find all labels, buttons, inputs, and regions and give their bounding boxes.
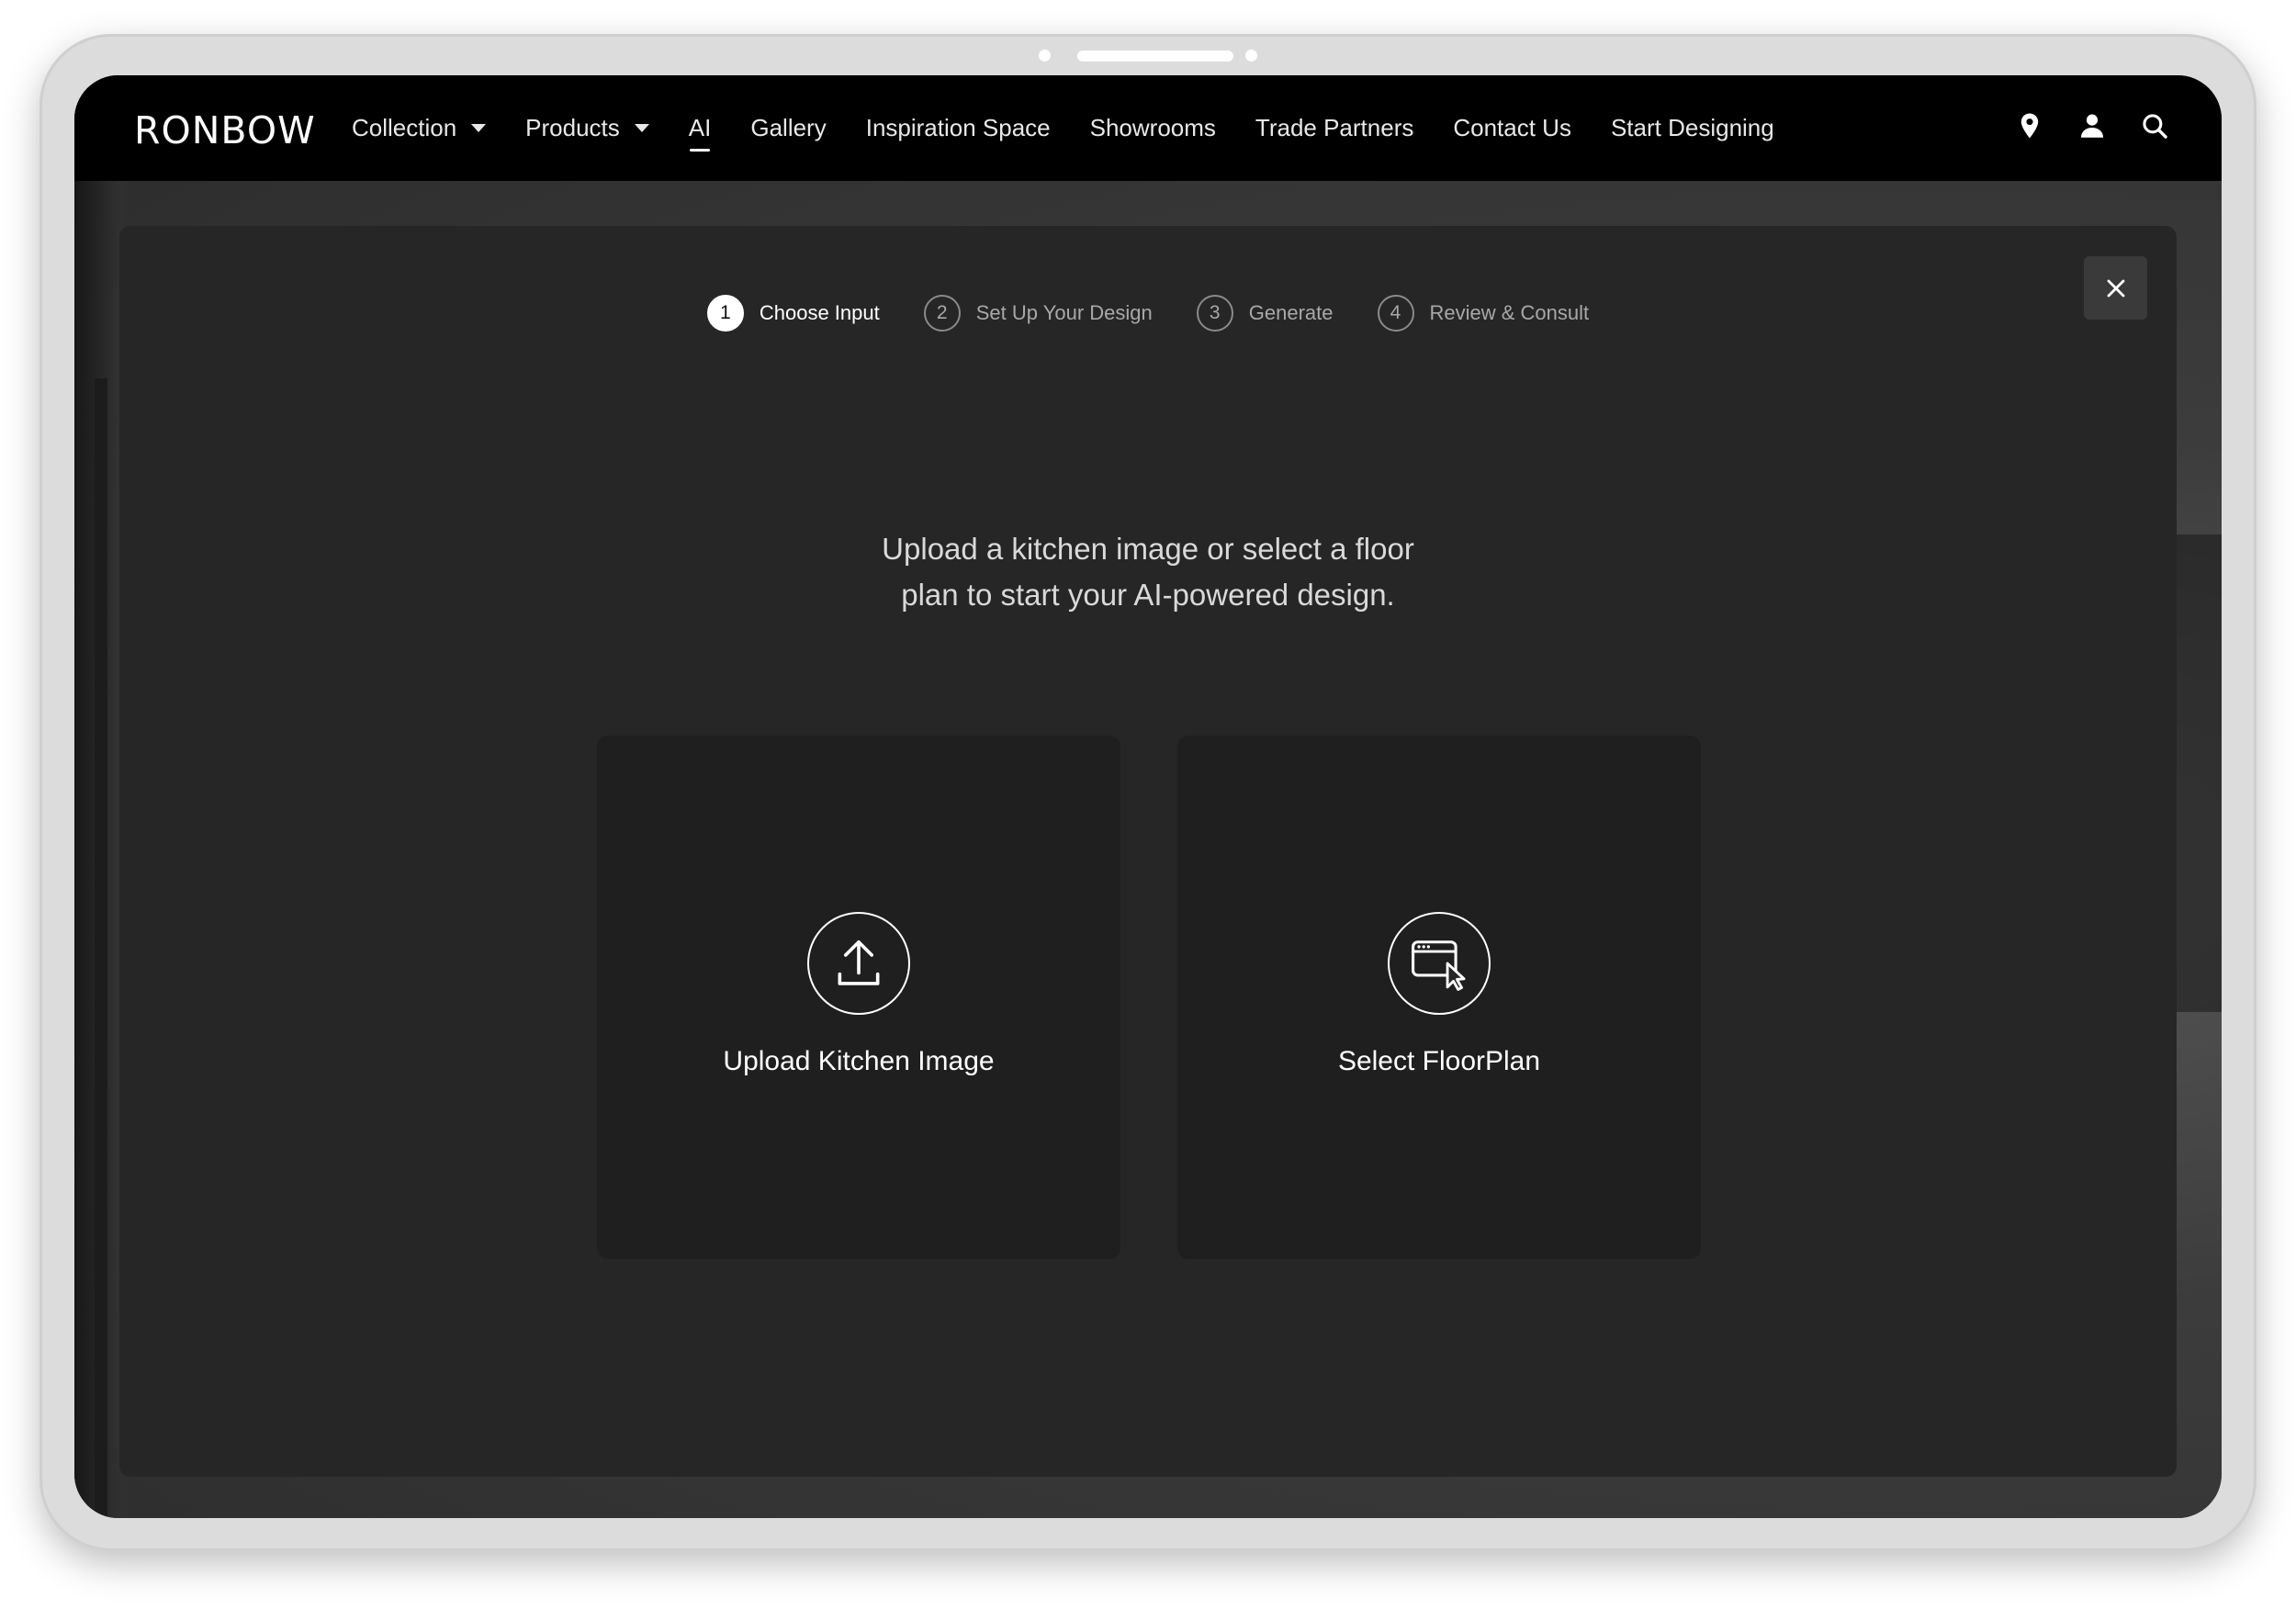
screen: RONBOW Collection Products AI Gallery In [74,75,2222,1518]
ai-design-modal: 1 Choose Input 2 Set Up Your Design 3 Ge… [119,226,2177,1477]
top-navigation: RONBOW Collection Products AI Gallery In [74,75,2222,181]
step-number: 4 [1377,295,1414,332]
step-generate[interactable]: 3 Generate [1196,295,1334,332]
select-floorplan-card[interactable]: Select FloorPlan [1177,736,1701,1259]
option-label: Upload Kitchen Image [723,1046,995,1076]
upload-icon [807,912,910,1015]
browser-cursor-icon [1388,912,1491,1015]
step-number: 1 [706,295,744,332]
camera-bar [1077,51,1233,62]
option-label: Select FloorPlan [1337,1046,1541,1076]
step-review-consult[interactable]: 4 Review & Consult [1377,295,1590,332]
step-set-up-design[interactable]: 2 Set Up Your Design [923,295,1153,332]
ronbow-logo[interactable]: RONBOW [134,108,316,152]
nav-menu: Collection Products AI Gallery Inspirati… [352,75,1814,181]
chevron-down-icon [471,124,487,132]
step-choose-input[interactable]: 1 Choose Input [706,295,880,332]
nav-item-showrooms[interactable]: Showrooms [1090,114,1216,142]
step-number: 2 [923,295,961,332]
location-pin-icon[interactable] [2014,110,2045,141]
step-label: Review & Consult [1429,301,1590,324]
nav-item-ai[interactable]: AI [689,114,711,152]
nav-item-contact-us[interactable]: Contact Us [1453,114,1571,142]
step-label: Generate [1248,301,1334,324]
nav-icon-group [2014,110,2170,141]
sensor-dot [1245,50,1257,62]
search-icon[interactable] [2139,110,2170,141]
nav-item-start-designing[interactable]: Start Designing [1611,114,1774,142]
step-label: Set Up Your Design [975,301,1153,324]
nav-item-inspiration-space[interactable]: Inspiration Space [866,114,1051,142]
stepper: 1 Choose Input 2 Set Up Your Design 3 Ge… [119,295,2177,332]
nav-item-products[interactable]: Products [525,114,649,142]
tablet-frame: RONBOW Collection Products AI Gallery In [39,34,2257,1551]
nav-item-collection[interactable]: Collection [352,114,487,142]
intro-text: Upload a kitchen image or select a floor… [882,532,1414,612]
camera-dot [1039,50,1051,62]
background-post [95,378,107,1517]
step-number: 3 [1196,295,1233,332]
chevron-down-icon [634,124,649,132]
upload-kitchen-image-card[interactable]: Upload Kitchen Image [597,736,1120,1259]
step-label: Choose Input [759,301,880,324]
nav-item-trade-partners[interactable]: Trade Partners [1255,114,1413,142]
nav-item-gallery[interactable]: Gallery [750,114,826,142]
user-icon[interactable] [2077,110,2108,141]
